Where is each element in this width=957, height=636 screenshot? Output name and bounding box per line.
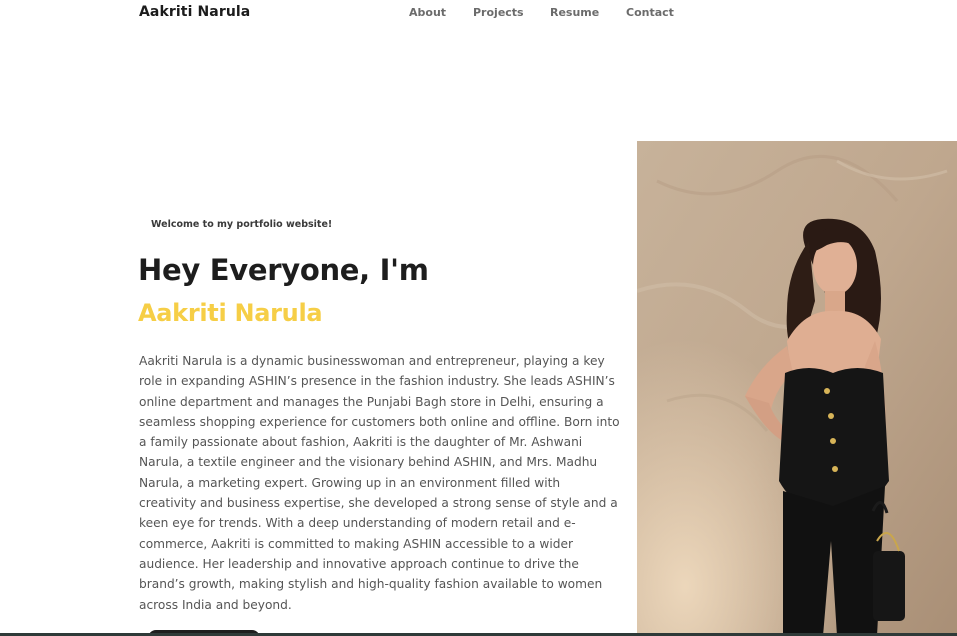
hero-title: Hey Everyone, I'm <box>138 253 429 287</box>
hero-name: Aakriti Narula <box>138 299 323 327</box>
hero-bio: Aakriti Narula is a dynamic businesswoma… <box>139 354 620 612</box>
nav-link-contact[interactable]: Contact <box>626 6 674 19</box>
nav-link-about[interactable]: About <box>409 6 446 19</box>
portfolio-page: Aakriti Narula About Projects Resume Con… <box>0 0 957 636</box>
nav-link-projects[interactable]: Projects <box>473 6 524 19</box>
brand-logo[interactable]: Aakriti Narula <box>139 4 250 20</box>
welcome-tagline: Welcome to my portfolio website! <box>151 219 333 230</box>
profile-photo <box>637 141 957 636</box>
top-navbar: Aakriti Narula About Projects Resume Con… <box>0 0 957 28</box>
nav-link-resume[interactable]: Resume <box>550 6 599 19</box>
